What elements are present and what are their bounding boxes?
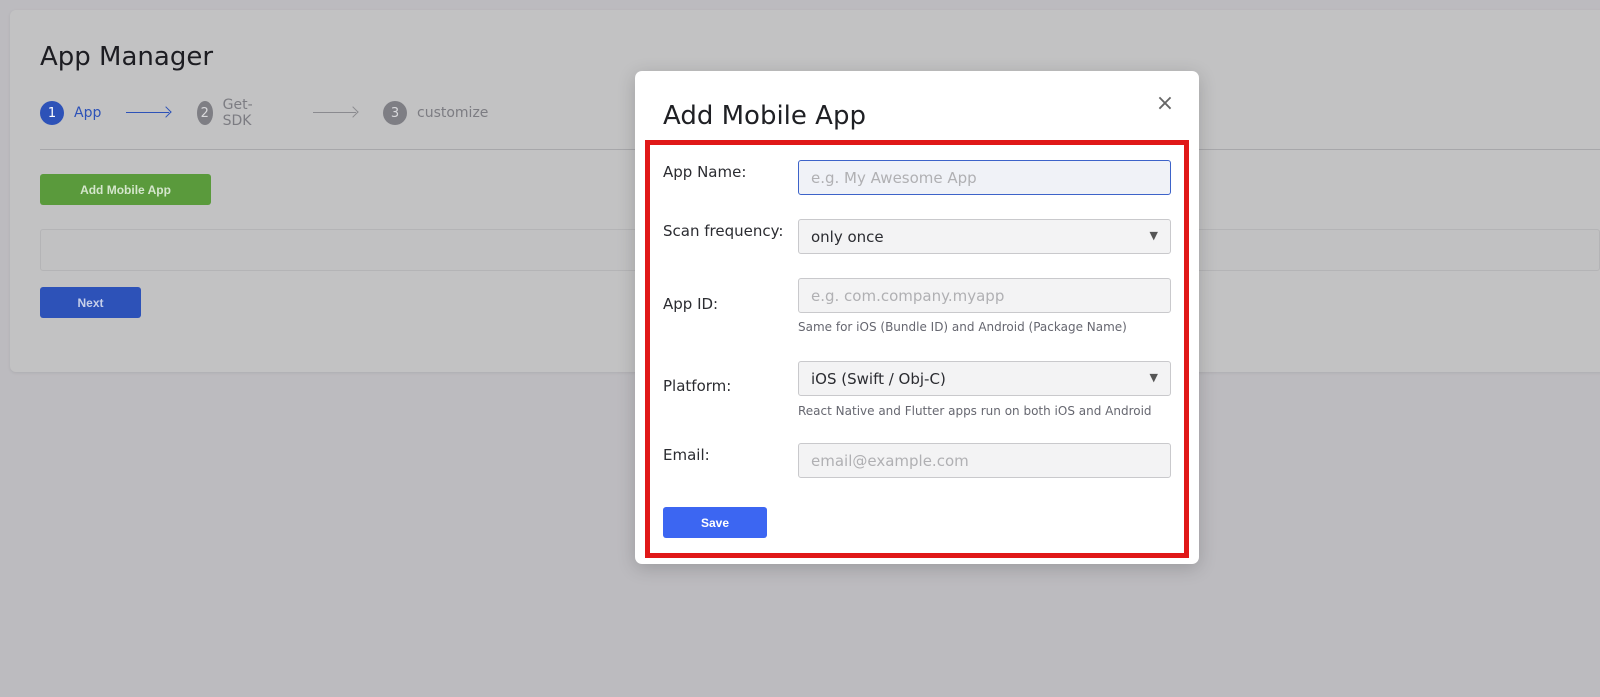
step-number: 2 [197, 101, 213, 125]
add-mobile-app-modal: Add Mobile App × App Name: Scan frequenc… [635, 71, 1199, 564]
step-arrow-icon [313, 106, 359, 118]
step-customize[interactable]: 3 customize [383, 101, 488, 125]
app-id-label: App ID: [663, 295, 719, 313]
scan-frequency-value: only once [811, 227, 884, 246]
email-label: Email: [663, 446, 710, 464]
modal-title: Add Mobile App [663, 101, 866, 131]
app-name-label: App Name: [663, 163, 747, 181]
email-row: Email: [663, 443, 1173, 483]
scan-frequency-select[interactable]: only once ▼ [798, 219, 1171, 254]
email-field[interactable] [798, 443, 1171, 478]
save-button[interactable]: Save [663, 507, 767, 538]
step-label: customize [417, 105, 489, 121]
app-id-row: App ID: Same for iOS (Bundle ID) and And… [663, 278, 1173, 338]
step-arrow-icon [126, 106, 172, 118]
scan-frequency-label: Scan frequency: [663, 222, 784, 240]
app-id-hint: Same for iOS (Bundle ID) and Android (Pa… [798, 320, 1127, 334]
add-mobile-app-button[interactable]: Add Mobile App [40, 174, 211, 205]
platform-hint: React Native and Flutter apps run on bot… [798, 404, 1152, 418]
form-highlight-box [645, 140, 1189, 558]
chevron-down-icon: ▼ [1149, 371, 1158, 384]
step-number: 1 [40, 101, 64, 125]
platform-row: Platform: iOS (Swift / Obj-C) ▼ React Na… [663, 361, 1173, 421]
step-get-sdk[interactable]: 2 Get-SDK [197, 97, 261, 129]
step-number: 3 [383, 101, 407, 125]
step-label: Get-SDK [222, 97, 253, 129]
platform-select[interactable]: iOS (Swift / Obj-C) ▼ [798, 361, 1171, 396]
platform-label: Platform: [663, 377, 732, 395]
next-button[interactable]: Next [40, 287, 141, 318]
platform-value: iOS (Swift / Obj-C) [811, 369, 946, 388]
close-icon[interactable]: × [1153, 91, 1177, 116]
app-name-row: App Name: [663, 160, 1173, 200]
app-id-input[interactable] [798, 278, 1171, 313]
chevron-down-icon: ▼ [1149, 229, 1158, 242]
step-label: App [74, 105, 102, 121]
app-name-input[interactable] [798, 160, 1171, 195]
step-app[interactable]: 1 App [40, 101, 101, 125]
page-title: App Manager [40, 42, 214, 72]
scan-frequency-row: Scan frequency: only once ▼ [663, 219, 1173, 259]
